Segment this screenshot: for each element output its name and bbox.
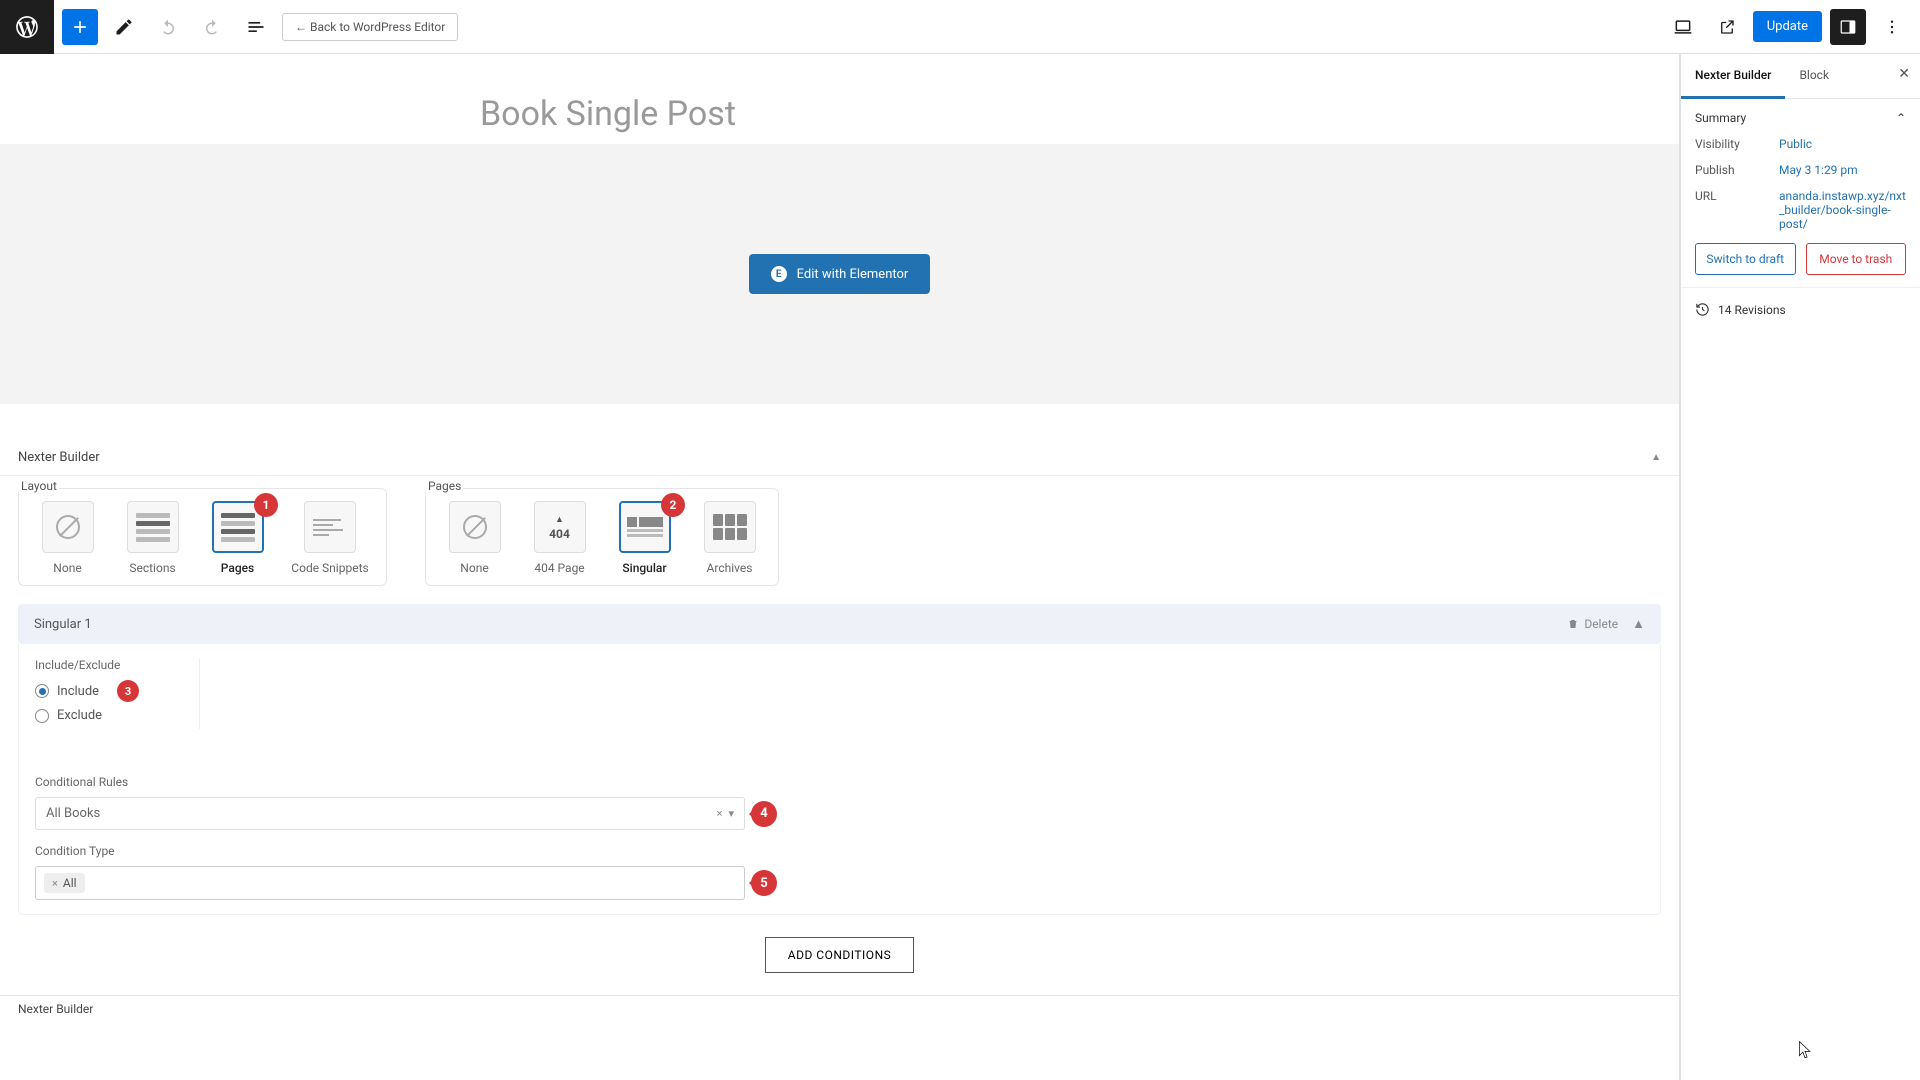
revisions-row[interactable]: 14 Revisions: [1681, 288, 1920, 331]
collapse-arrow-icon: ▲: [1632, 616, 1645, 632]
page-title-area: Book Single Post: [0, 54, 1679, 144]
layout-option-pages[interactable]: Pages 1: [205, 501, 270, 575]
more-options-button[interactable]: [1874, 9, 1910, 45]
conditional-rules-value: All Books: [46, 806, 100, 821]
redo-button[interactable]: [194, 9, 230, 45]
close-sidebar-button[interactable]: ✕: [1898, 66, 1910, 82]
laptop-icon: [1673, 17, 1693, 37]
conditional-rules-field: Conditional Rules All Books × ▾ 4 Conditi…: [35, 775, 1644, 900]
external-link-icon: [1718, 18, 1736, 36]
settings-sidebar-toggle[interactable]: [1830, 9, 1866, 45]
back-to-wp-editor-button[interactable]: ← Back to WordPress Editor: [282, 13, 458, 41]
pages-option-singular[interactable]: Singular 2: [612, 501, 677, 575]
trash-icon: [1567, 618, 1579, 630]
elementor-icon: E: [771, 266, 787, 282]
condition-type-tag[interactable]: × All: [44, 873, 85, 893]
move-to-trash-button[interactable]: Move to trash: [1806, 243, 1907, 275]
url-row[interactable]: URL ananda.instawp.xyz/nxt_builder/book-…: [1695, 189, 1906, 231]
elementor-canvas-placeholder: E Edit with Elementor: [0, 144, 1679, 404]
settings-sidebar: Nexter Builder Block ✕ Summary ⌃ Visibil…: [1680, 54, 1920, 1080]
elementor-button-label: Edit with Elementor: [797, 267, 909, 282]
layout-option-none[interactable]: None: [35, 501, 100, 575]
switch-to-draft-button[interactable]: Switch to draft: [1695, 243, 1796, 275]
wordpress-logo[interactable]: [0, 0, 54, 54]
include-exclude-field: Include/Exclude Include 3 Exclude: [35, 658, 200, 729]
condition-block-body: Include/Exclude Include 3 Exclude Condit…: [18, 644, 1661, 915]
clear-icon[interactable]: ×: [717, 807, 723, 820]
remove-tag-icon[interactable]: ×: [52, 877, 58, 890]
summary-section: Summary ⌃ Visibility Public Publish May …: [1681, 99, 1920, 288]
radio-exclude[interactable]: Exclude: [35, 708, 139, 723]
annotation-badge-2: 2: [661, 493, 685, 517]
publish-row[interactable]: Publish May 3 1:29 pm: [1695, 163, 1906, 177]
document-outline-button[interactable]: [238, 9, 274, 45]
editor-topbar: ← Back to WordPress Editor Update: [0, 0, 1920, 54]
radio-icon: [35, 709, 49, 723]
view-page-button[interactable]: [1709, 9, 1745, 45]
layout-group-label: Layout: [19, 479, 59, 493]
pages-option-none[interactable]: None: [442, 501, 507, 575]
condition-block-title: Singular 1: [34, 617, 92, 632]
page-title[interactable]: Book Single Post: [480, 94, 1619, 134]
kebab-icon: [1883, 18, 1901, 36]
plus-icon: [70, 17, 90, 37]
add-conditions-button[interactable]: ADD CONDITIONS: [765, 937, 915, 973]
block-breadcrumb[interactable]: Nexter Builder: [0, 995, 1679, 1022]
device-preview-button[interactable]: [1665, 9, 1701, 45]
radio-include[interactable]: Include 3: [35, 680, 139, 702]
condition-type-label: Condition Type: [35, 844, 1644, 858]
condition-type-field: Condition Type × All 5: [35, 844, 1644, 900]
none-icon: [56, 515, 80, 539]
nexter-builder-panel-body: Layout None Sections Pages: [0, 476, 1679, 995]
conditional-rules-label: Conditional Rules: [35, 775, 1644, 789]
pages-option-404[interactable]: ▲404 404 Page: [527, 501, 592, 575]
annotation-badge-4: 4: [751, 801, 777, 827]
include-exclude-label: Include/Exclude: [35, 658, 139, 672]
undo-button[interactable]: [150, 9, 186, 45]
layout-option-group: Layout None Sections Pages: [18, 488, 387, 586]
list-icon: [246, 17, 266, 37]
pages-group-label: Pages: [426, 479, 463, 493]
nexter-builder-panel-header[interactable]: Nexter Builder ▲: [0, 440, 1679, 476]
update-button[interactable]: Update: [1753, 11, 1822, 42]
annotation-badge-5: 5: [751, 870, 777, 896]
radio-icon: [35, 684, 49, 698]
visibility-row[interactable]: Visibility Public: [1695, 137, 1906, 151]
pencil-icon: [114, 17, 134, 37]
editor-canvas: Book Single Post E Edit with Elementor N…: [0, 54, 1680, 1080]
annotation-badge-3: 3: [117, 680, 139, 702]
pages-option-group: Pages None ▲404 404 Page Singular: [425, 488, 779, 586]
undo-icon: [159, 18, 177, 36]
summary-section-header[interactable]: Summary ⌃: [1695, 111, 1906, 125]
none-icon: [463, 515, 487, 539]
edit-mode-button[interactable]: [106, 9, 142, 45]
nexter-builder-panel-title: Nexter Builder: [18, 450, 100, 465]
delete-condition-button[interactable]: Delete: [1567, 617, 1618, 631]
pages-option-archives[interactable]: Archives: [697, 501, 762, 575]
tab-nexter-builder[interactable]: Nexter Builder: [1681, 54, 1785, 99]
wordpress-icon: [14, 14, 40, 40]
sidebar-tabs: Nexter Builder Block ✕: [1681, 54, 1920, 99]
edit-with-elementor-button[interactable]: E Edit with Elementor: [749, 254, 931, 294]
sidebar-icon: [1839, 18, 1857, 36]
collapse-arrow-icon: ▲: [1651, 452, 1661, 463]
redo-icon: [203, 18, 221, 36]
condition-block-header[interactable]: Singular 1 Delete ▲: [18, 604, 1661, 644]
chevron-down-icon: ▾: [728, 807, 734, 820]
add-block-button[interactable]: [62, 9, 98, 45]
layout-option-sections[interactable]: Sections: [120, 501, 185, 575]
chevron-up-icon: ⌃: [1896, 111, 1906, 125]
annotation-badge-1: 1: [254, 493, 278, 517]
condition-type-input[interactable]: × All: [35, 866, 745, 900]
history-icon: [1695, 302, 1710, 317]
tab-block[interactable]: Block: [1785, 54, 1843, 98]
conditional-rules-select[interactable]: All Books × ▾: [35, 797, 745, 830]
layout-option-code-snippets[interactable]: Code Snippets: [290, 501, 370, 575]
